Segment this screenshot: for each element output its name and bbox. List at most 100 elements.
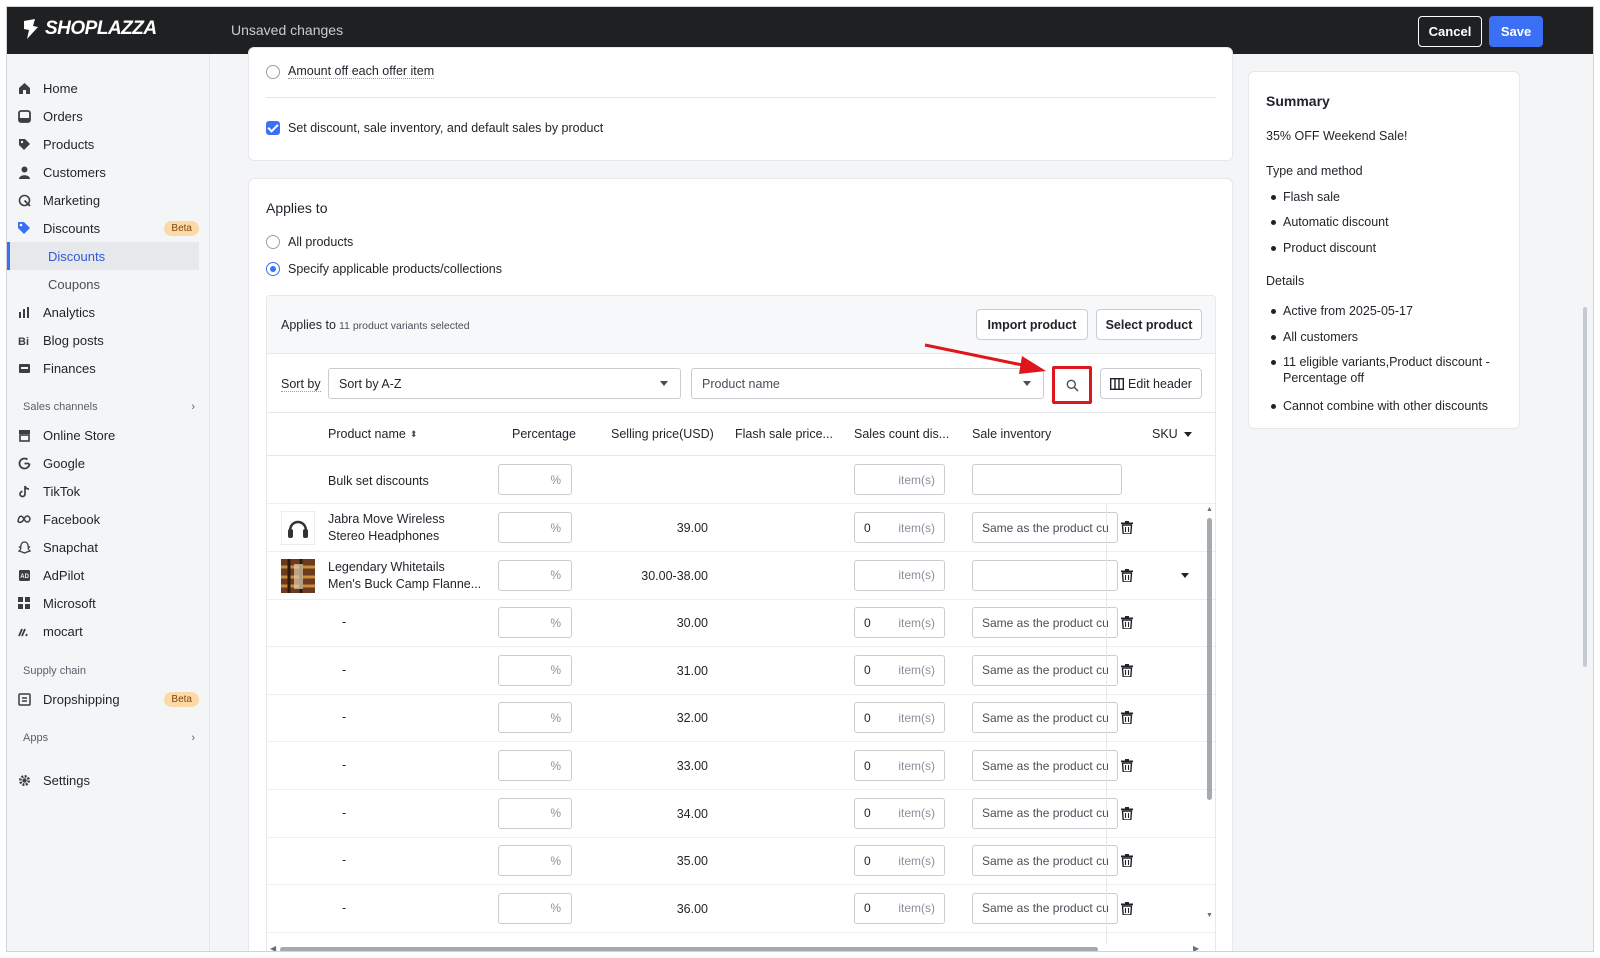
bulk-percentage-input[interactable]: %: [498, 464, 572, 495]
scrollbar-thumb[interactable]: [1207, 518, 1212, 800]
sale-inventory-input[interactable]: Same as the product cu: [972, 845, 1118, 877]
type-item: Automatic discount: [1271, 215, 1389, 229]
import-product-button[interactable]: Import product: [976, 309, 1088, 340]
sales-count-input[interactable]: 0 item(s): [854, 654, 945, 686]
brand-logo[interactable]: SHOPLAZZA: [21, 18, 157, 40]
sidebar-item-finances[interactable]: Finances: [17, 355, 199, 381]
product-name[interactable]: Legendary Whitetails Men's Buck Camp Flan…: [328, 559, 481, 593]
col-sku[interactable]: SKU: [1152, 413, 1192, 455]
sale-inventory-input[interactable]: [972, 559, 1118, 591]
col-percentage: Percentage: [512, 427, 576, 441]
unit: item(s): [898, 663, 935, 678]
select-product-button[interactable]: Select product: [1096, 309, 1202, 340]
all-products-radio[interactable]: [266, 235, 280, 249]
sidebar-item-marketing[interactable]: Marketing: [17, 187, 199, 213]
sidebar-item-analytics[interactable]: Analytics: [17, 299, 199, 325]
sidebar-item-facebook[interactable]: Facebook: [17, 506, 199, 532]
sales-count-input[interactable]: 0 item(s): [854, 892, 945, 924]
sidebar-item-google[interactable]: Google: [17, 450, 199, 476]
all-products-option[interactable]: All products: [266, 235, 353, 249]
product-thumbnail[interactable]: [281, 558, 315, 596]
trash-icon[interactable]: [1121, 806, 1133, 820]
sidebar-item-tiktok[interactable]: TikTok: [17, 478, 199, 504]
trash-icon[interactable]: [1121, 663, 1133, 677]
sidebar-item-mocart[interactable]: mocart: [17, 618, 199, 644]
amount-off-option[interactable]: Amount off each offer item: [266, 64, 435, 79]
trash-icon[interactable]: [1121, 901, 1133, 915]
sidebar-item-settings[interactable]: Settings: [17, 767, 199, 793]
amount-off-radio[interactable]: [266, 64, 280, 79]
product-thumbnail[interactable]: [280, 510, 316, 548]
percentage-input[interactable]: %: [498, 892, 572, 924]
apps-section[interactable]: Apps ›: [23, 732, 195, 744]
percentage-input[interactable]: %: [498, 512, 572, 543]
sale-inventory-input[interactable]: Same as the product cu: [972, 654, 1118, 686]
sales-count-input[interactable]: 0 item(s): [854, 702, 945, 734]
sort-select[interactable]: Sort by A-Z: [328, 368, 681, 399]
expand-variants-icon[interactable]: [1181, 572, 1189, 578]
sales-count-input[interactable]: 0 item(s): [854, 607, 945, 639]
horizontal-scrollbar[interactable]: ◀ ▶: [267, 943, 1204, 951]
page-scrollbar-thumb[interactable]: [1583, 307, 1587, 667]
sidebar-item-customers[interactable]: Customers: [17, 159, 199, 185]
trash-icon[interactable]: [1121, 854, 1133, 868]
set-by-product-checkbox[interactable]: [266, 121, 280, 135]
sidebar-item-products[interactable]: Products: [17, 131, 199, 157]
cancel-button[interactable]: Cancel: [1418, 16, 1482, 47]
selling-price: 33.00: [676, 759, 708, 773]
trash-icon[interactable]: [1121, 521, 1133, 534]
percentage-input[interactable]: %: [498, 702, 572, 734]
percentage-input[interactable]: %: [498, 797, 572, 829]
product-name[interactable]: Jabra Move Wireless Stereo Headphones: [328, 511, 445, 545]
bulk-count-input[interactable]: item(s): [854, 464, 945, 495]
sale-inventory-input[interactable]: Same as the product cu: [972, 702, 1118, 734]
bulk-inventory-input[interactable]: [972, 464, 1122, 495]
percentage-input[interactable]: %: [498, 607, 572, 639]
sale-inventory-input[interactable]: Same as the product cu: [972, 797, 1118, 829]
specify-option[interactable]: Specify applicable products/collections: [266, 262, 502, 276]
sidebar-item-label: Settings: [43, 772, 90, 788]
sales-count-input[interactable]: 0 item(s): [854, 512, 945, 543]
trash-icon[interactable]: [1121, 616, 1133, 630]
sidebar-subitem-discounts[interactable]: Discounts: [7, 242, 199, 270]
save-button[interactable]: Save: [1489, 16, 1543, 47]
sidebar-item-microsoft[interactable]: Microsoft: [17, 590, 199, 616]
set-by-product-option[interactable]: Set discount, sale inventory, and defaul…: [266, 121, 603, 135]
percentage-input[interactable]: %: [498, 750, 572, 781]
sale-inventory-input[interactable]: Same as the product cu: [972, 892, 1118, 924]
sales-count-input[interactable]: 0 item(s): [854, 845, 945, 877]
percentage-input[interactable]: %: [498, 654, 572, 686]
sidebar-item-orders[interactable]: Orders: [17, 103, 199, 129]
sale-inventory-input[interactable]: Same as the product cu: [972, 750, 1118, 781]
sidebar-item-home[interactable]: Home: [17, 75, 199, 101]
sidebar-item-discounts[interactable]: Discounts Beta: [17, 215, 199, 241]
sale-inventory-input[interactable]: Same as the product cu: [972, 607, 1118, 639]
table-row: Jabra Move Wireless Stereo Headphones% 39.…: [267, 504, 1215, 552]
sales-count-input[interactable]: 0 item(s): [854, 797, 945, 829]
hscrollbar-thumb[interactable]: [280, 947, 1098, 951]
edit-header-button[interactable]: Edit header: [1100, 368, 1202, 399]
vertical-scrollbar[interactable]: ▲ ▼: [1204, 504, 1215, 924]
sales-count-input[interactable]: item(s): [854, 559, 945, 591]
specify-radio[interactable]: [266, 262, 280, 276]
sidebar-item-dropshipping[interactable]: Dropshipping Beta: [17, 686, 199, 712]
search-button[interactable]: [1052, 366, 1092, 404]
section-label: Supply chain: [23, 665, 86, 677]
trash-icon[interactable]: [1121, 711, 1133, 725]
trash-icon[interactable]: [1121, 759, 1133, 772]
sales-channels-section[interactable]: Sales channels ›: [23, 401, 195, 413]
applies-to-card: Applies to All products Specify applicab…: [248, 178, 1233, 951]
percentage-input[interactable]: %: [498, 845, 572, 877]
percentage-input[interactable]: %: [498, 559, 572, 591]
trash-icon[interactable]: [1121, 568, 1133, 582]
sales-count-input[interactable]: 0 item(s): [854, 750, 945, 781]
sidebar-item-adpilot[interactable]: AD AdPilot: [17, 562, 199, 588]
sidebar-item-blog-posts[interactable]: Bi Blog posts: [17, 327, 199, 353]
sale-inventory-input[interactable]: Same as the product cu: [972, 512, 1118, 543]
detail-item: Active from 2025-05-17: [1271, 304, 1413, 318]
sidebar-subitem-coupons[interactable]: Coupons: [17, 271, 199, 297]
col-product-name[interactable]: Product name ⬍: [328, 413, 417, 455]
sidebar-item-snapchat[interactable]: Snapchat: [17, 534, 199, 560]
sidebar-item-online-store[interactable]: Online Store: [17, 422, 199, 448]
variant-name: -: [342, 805, 347, 820]
